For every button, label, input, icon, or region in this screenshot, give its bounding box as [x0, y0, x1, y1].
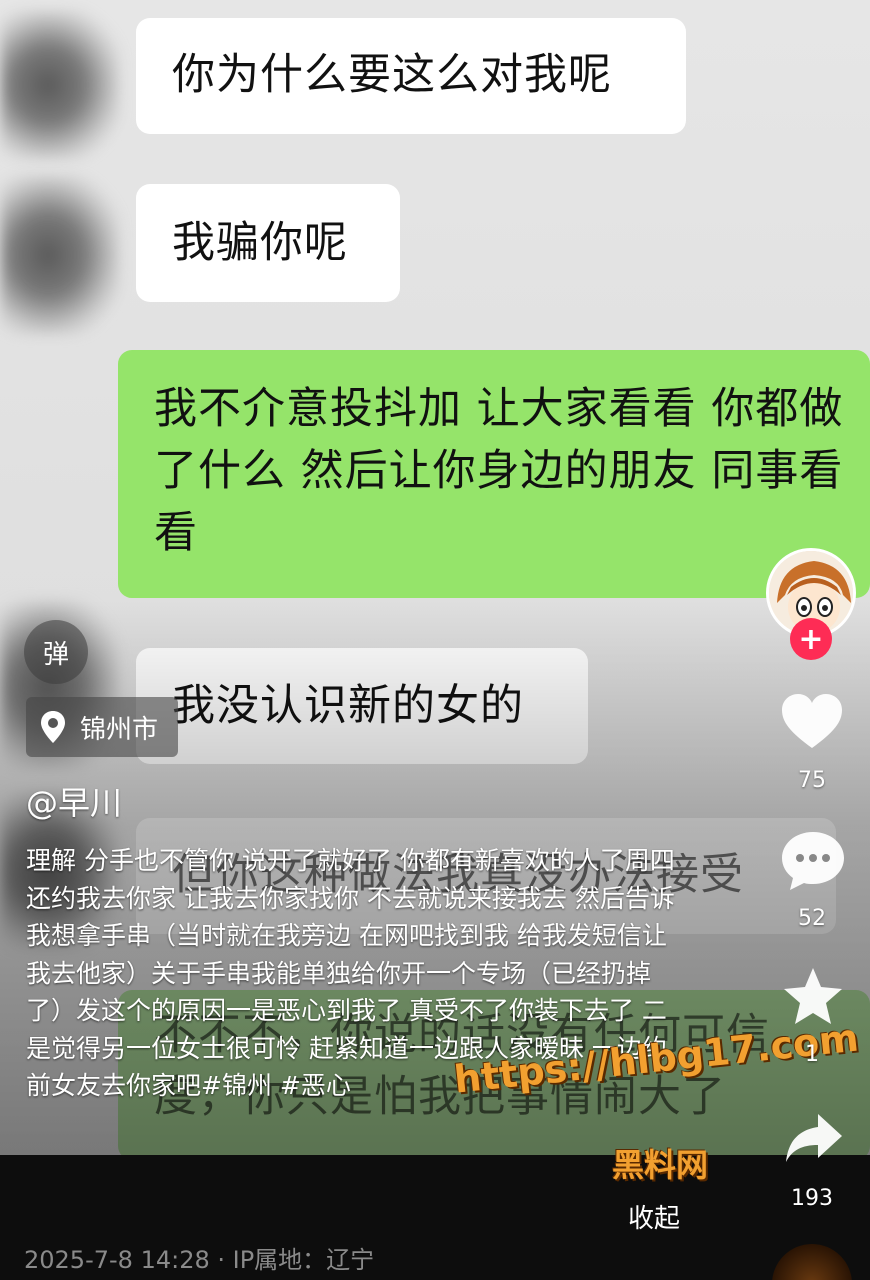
follow-symbol: +	[798, 621, 824, 657]
like-count: 75	[798, 768, 826, 793]
message-text: 我不介意投抖加 让大家看看 你都做了什么 然后让你身边的朋友 同事看看	[154, 384, 844, 558]
location-tag[interactable]: 锦州市	[26, 697, 179, 757]
heart-icon[interactable]	[780, 692, 844, 750]
comment-icon[interactable]	[780, 830, 846, 892]
blurred-avatar	[0, 10, 120, 160]
follow-button[interactable]: +	[790, 618, 832, 660]
share-count: 193	[791, 1186, 833, 1211]
chat-bubble-right: 我不介意投抖加 让大家看看 你都做了什么 然后让你身边的朋友 同事看看	[118, 350, 870, 598]
location-label: 锦州市	[80, 714, 159, 745]
chat-bubble-left: 我骗你呢	[136, 184, 400, 302]
message-text: 你为什么要这么对我呢	[172, 50, 612, 100]
star-icon[interactable]	[782, 966, 844, 1026]
message-text: 我骗你呢	[172, 218, 348, 268]
message-text: 我没认识新的女的	[172, 681, 524, 731]
collapse-caption-button[interactable]: 收起	[628, 1198, 680, 1235]
comment-count: 52	[798, 906, 826, 931]
share-icon[interactable]	[784, 1112, 844, 1164]
danmaku-button[interactable]: 弹	[24, 620, 88, 684]
post-meta: 2025-7-8 14:28 · IP属地：辽宁	[24, 1246, 375, 1274]
chat-bubble-left: 你为什么要这么对我呢	[136, 18, 686, 134]
chat-bubble-left: 我没认识新的女的	[136, 648, 588, 764]
blurred-avatar	[0, 175, 120, 335]
author-handle[interactable]: @早川	[26, 778, 122, 824]
watermark-name: 黑料网	[612, 1146, 709, 1184]
favorite-count: 1	[805, 1042, 819, 1067]
location-pin-icon	[41, 711, 65, 743]
danmaku-label: 弹	[42, 639, 69, 670]
video-frame[interactable]: 你为什么要这么对我呢 我骗你呢 我不介意投抖加 让大家看看 你都做了什么 然后让…	[0, 0, 870, 1280]
